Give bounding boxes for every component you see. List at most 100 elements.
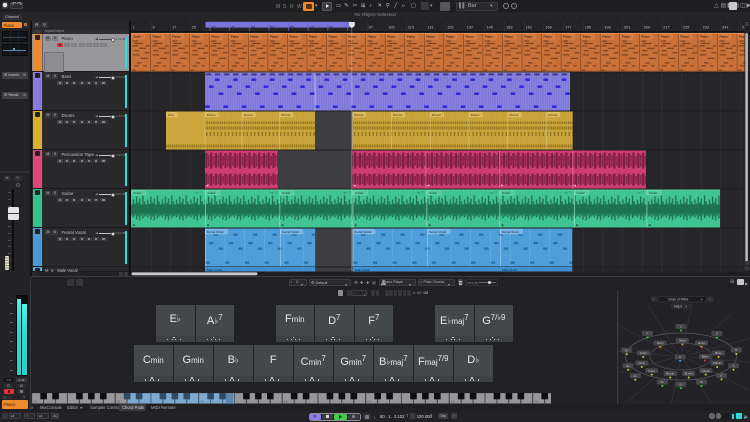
svg-text:Piano: Piano bbox=[387, 35, 395, 39]
svg-text:Piano: Piano bbox=[524, 35, 532, 39]
svg-text:121: 121 bbox=[428, 25, 434, 29]
svg-text:Amin: Amin bbox=[679, 339, 686, 343]
svg-text:⌥ ⌃: ⌥ ⌃ bbox=[490, 191, 498, 195]
svg-text:137: 137 bbox=[467, 25, 473, 29]
svg-text:A: A bbox=[733, 364, 735, 368]
svg-text:57: 57 bbox=[270, 25, 274, 29]
svg-text:C: C bbox=[680, 325, 682, 329]
svg-text:201: 201 bbox=[624, 25, 630, 29]
svg-text:F♯min: F♯min bbox=[713, 361, 721, 365]
svg-text:Intro: Intro bbox=[168, 113, 174, 117]
svg-text:Piano: Piano bbox=[622, 35, 630, 39]
svg-text:B: B bbox=[701, 380, 703, 384]
svg-text:Femal Vocal: Femal Vocal bbox=[429, 230, 446, 234]
svg-text:Guitar: Guitar bbox=[649, 191, 657, 195]
svg-text:Guitar: Guitar bbox=[355, 191, 363, 195]
svg-text:⌥ ⌃: ⌥ ⌃ bbox=[343, 191, 351, 195]
svg-text:Piano: Piano bbox=[211, 35, 219, 39]
svg-text:Piano: Piano bbox=[485, 35, 493, 39]
svg-text:Drums: Drums bbox=[207, 113, 216, 117]
svg-text:Cmin: Cmin bbox=[638, 361, 645, 365]
svg-text:⌥ ⌃: ⌥ ⌃ bbox=[417, 191, 425, 195]
svg-text:Piano: Piano bbox=[172, 35, 180, 39]
svg-text:E♭min: E♭min bbox=[685, 372, 693, 376]
svg-text:Piano: Piano bbox=[407, 35, 415, 39]
svg-text:Piano: Piano bbox=[700, 35, 708, 39]
svg-text:Male Vocal: Male Vocal bbox=[502, 268, 517, 272]
svg-text:C: C bbox=[679, 355, 681, 359]
svg-text:97: 97 bbox=[369, 25, 373, 29]
svg-text:‹: ‹ bbox=[653, 298, 654, 302]
svg-text:Bmin: Bmin bbox=[715, 351, 722, 355]
svg-text:177: 177 bbox=[565, 25, 571, 29]
svg-text:225: 225 bbox=[683, 25, 689, 29]
svg-text:153: 153 bbox=[506, 25, 512, 29]
svg-text:Guitar: Guitar bbox=[429, 191, 437, 195]
svg-text:Piano: Piano bbox=[426, 35, 434, 39]
svg-text:Piano: Piano bbox=[641, 35, 649, 39]
svg-text:Guitar: Guitar bbox=[134, 191, 142, 195]
svg-text:Piano: Piano bbox=[329, 35, 337, 39]
svg-text:25: 25 bbox=[192, 25, 196, 29]
svg-text:F: F bbox=[647, 332, 649, 336]
svg-text:Piano: Piano bbox=[563, 35, 571, 39]
svg-text:G♭: G♭ bbox=[679, 382, 683, 386]
svg-text:17: 17 bbox=[172, 25, 176, 29]
svg-text:Drums: Drums bbox=[471, 113, 480, 117]
svg-text:Femal Vocal: Femal Vocal bbox=[282, 230, 299, 234]
svg-text:Guitar: Guitar bbox=[208, 191, 216, 195]
svg-text:Dmin: Dmin bbox=[657, 341, 664, 345]
svg-text:Drums: Drums bbox=[510, 113, 519, 117]
svg-text:Gmin: Gmin bbox=[640, 351, 647, 355]
svg-text:33: 33 bbox=[211, 25, 215, 29]
svg-text:Drums: Drums bbox=[244, 113, 253, 117]
svg-text:1: 1 bbox=[133, 25, 135, 29]
svg-text:E: E bbox=[721, 374, 723, 378]
svg-text:185: 185 bbox=[585, 25, 591, 29]
svg-text:C♯min: C♯min bbox=[702, 369, 711, 373]
svg-text:Piano: Piano bbox=[289, 35, 297, 39]
svg-text:Drums: Drums bbox=[548, 113, 557, 117]
svg-text:Femal Vocal: Femal Vocal bbox=[354, 230, 371, 234]
svg-text:9: 9 bbox=[153, 25, 155, 29]
svg-text:Piano: Piano bbox=[348, 35, 356, 39]
svg-text:⌥ ⌃: ⌥ ⌃ bbox=[564, 191, 572, 195]
svg-text:Piano: Piano bbox=[583, 35, 591, 39]
svg-text:Piano: Piano bbox=[544, 35, 552, 39]
svg-text:Bdim: Bdim bbox=[702, 355, 709, 359]
svg-text:›: › bbox=[709, 298, 710, 302]
svg-text:49: 49 bbox=[251, 25, 255, 29]
svg-text:Guitar: Guitar bbox=[577, 191, 585, 195]
svg-text:⌥ ⌃: ⌥ ⌃ bbox=[270, 191, 278, 195]
svg-text:Piano: Piano bbox=[446, 35, 454, 39]
svg-text:Drums: Drums bbox=[354, 113, 363, 117]
svg-text:Piano: Piano bbox=[465, 35, 473, 39]
svg-text:Fmin: Fmin bbox=[648, 369, 655, 373]
svg-text:Piano: Piano bbox=[661, 35, 669, 39]
svg-text:⌥ ⌃: ⌥ ⌃ bbox=[195, 191, 203, 195]
svg-text:41: 41 bbox=[231, 25, 235, 29]
svg-text:105: 105 bbox=[388, 25, 394, 29]
svg-text:Piano: Piano bbox=[231, 35, 239, 39]
svg-text:Drums: Drums bbox=[281, 113, 290, 117]
svg-text:65: 65 bbox=[290, 25, 294, 29]
svg-text:169: 169 bbox=[545, 25, 551, 29]
svg-text:Piano: Piano bbox=[153, 35, 161, 39]
svg-text:193: 193 bbox=[604, 25, 610, 29]
svg-text:Piano: Piano bbox=[250, 35, 258, 39]
svg-text:81: 81 bbox=[329, 25, 333, 29]
svg-text:Piano: Piano bbox=[192, 35, 200, 39]
svg-text:Drums: Drums bbox=[432, 113, 441, 117]
svg-text:Male Vocal: Male Vocal bbox=[355, 268, 370, 272]
svg-text:Piano: Piano bbox=[602, 35, 610, 39]
svg-text:217: 217 bbox=[663, 25, 669, 29]
svg-text:209: 209 bbox=[644, 25, 650, 29]
svg-text:161: 161 bbox=[526, 25, 532, 29]
svg-text:73: 73 bbox=[310, 25, 314, 29]
svg-text:Circle of Fifths: Circle of Fifths bbox=[668, 297, 689, 301]
svg-text:Guitar: Guitar bbox=[282, 191, 290, 195]
svg-text:Major: Major bbox=[674, 304, 683, 308]
svg-text:Femal Vocal: Femal Vocal bbox=[502, 230, 519, 234]
svg-text:Guitar: Guitar bbox=[502, 191, 510, 195]
svg-text:⌥ ⌃: ⌥ ⌃ bbox=[637, 191, 645, 195]
